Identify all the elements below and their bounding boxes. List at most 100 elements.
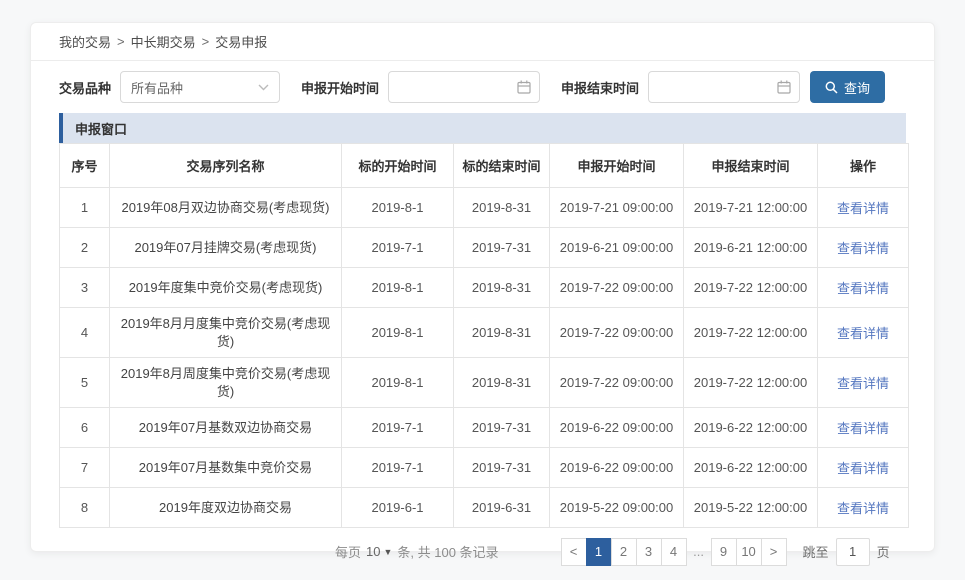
- caret-down-icon: ▼: [383, 547, 392, 557]
- breadcrumb-separator: >: [202, 34, 210, 49]
- table-footer: 每页 10 ▼ 条, 共 100 条记录 <1234...910> 跳至 页: [59, 528, 906, 575]
- target-end-cell: 2019-8-31: [454, 188, 550, 228]
- breadcrumb-item-trade-declaration: 交易申报: [215, 32, 267, 51]
- row-index-cell: 4: [60, 308, 110, 358]
- view-details-link[interactable]: 查看详情: [837, 281, 889, 296]
- filter-bar: 交易品种 所有品种 申报开始时间 申报结束时间 查询: [31, 61, 934, 113]
- target-end-cell: 2019-8-31: [454, 358, 550, 408]
- sequence-name-cell: 2019年8月月度集中竞价交易(考虑现货): [110, 308, 342, 358]
- view-details-link[interactable]: 查看详情: [837, 501, 889, 516]
- sequence-name-cell: 2019年07月基数双边协商交易: [110, 408, 342, 448]
- calendar-icon[interactable]: [517, 80, 531, 94]
- product-type-select[interactable]: 所有品种: [120, 71, 280, 103]
- target-start-cell: 2019-7-1: [342, 408, 454, 448]
- row-index-cell: 2: [60, 228, 110, 268]
- sequence-name-cell: 2019年07月挂牌交易(考虑现货): [110, 228, 342, 268]
- pagination: <1234...910>: [561, 538, 787, 566]
- page-button-2[interactable]: 2: [611, 538, 637, 566]
- query-button[interactable]: 查询: [810, 71, 885, 103]
- jump-page-input[interactable]: [836, 538, 870, 566]
- operation-cell: 查看详情: [818, 448, 909, 488]
- declare-start-time-field: [388, 71, 540, 103]
- page-button-4[interactable]: 4: [661, 538, 687, 566]
- prev-page-button[interactable]: <: [561, 538, 587, 566]
- view-details-link[interactable]: 查看详情: [837, 461, 889, 476]
- record-count-text: 条, 共 100 条记录: [397, 542, 498, 561]
- target-end-cell: 2019-8-31: [454, 268, 550, 308]
- next-page-button[interactable]: >: [761, 538, 787, 566]
- row-index-cell: 5: [60, 358, 110, 408]
- target-end-cell: 2019-7-31: [454, 408, 550, 448]
- declare-end-cell: 2019-6-21 12:00:00: [684, 228, 818, 268]
- view-details-link[interactable]: 查看详情: [837, 421, 889, 436]
- target-start-cell: 2019-7-1: [342, 448, 454, 488]
- target-end-cell: 2019-6-31: [454, 488, 550, 528]
- header-operation: 操作: [818, 144, 909, 188]
- table-header-row: 序号 交易序列名称 标的开始时间 标的结束时间 申报开始时间 申报结束时间 操作: [60, 144, 909, 188]
- operation-cell: 查看详情: [818, 488, 909, 528]
- product-type-selected-value: 所有品种: [131, 78, 183, 97]
- search-icon: [825, 81, 838, 94]
- page-button-1[interactable]: 1: [586, 538, 612, 566]
- table-row: 3 2019年度集中竞价交易(考虑现货) 2019-8-1 2019-8-31 …: [60, 268, 909, 308]
- target-start-cell: 2019-7-1: [342, 228, 454, 268]
- breadcrumb-item-my-trades[interactable]: 我的交易: [59, 32, 111, 51]
- header-declare-end: 申报结束时间: [684, 144, 818, 188]
- query-button-label: 查询: [844, 78, 870, 97]
- target-start-cell: 2019-8-1: [342, 308, 454, 358]
- declare-end-time-field: [648, 71, 800, 103]
- declare-start-time-label: 申报开始时间: [301, 78, 379, 97]
- page-button-9[interactable]: 9: [711, 538, 737, 566]
- operation-cell: 查看详情: [818, 408, 909, 448]
- view-details-link[interactable]: 查看详情: [837, 201, 889, 216]
- jump-label: 跳至: [803, 542, 829, 561]
- declare-start-cell: 2019-7-22 09:00:00: [550, 358, 684, 408]
- table-row: 2 2019年07月挂牌交易(考虑现货) 2019-7-1 2019-7-31 …: [60, 228, 909, 268]
- chevron-down-icon: [258, 84, 269, 91]
- operation-cell: 查看详情: [818, 358, 909, 408]
- product-type-label: 交易品种: [59, 78, 111, 97]
- view-details-link[interactable]: 查看详情: [837, 376, 889, 391]
- table-body: 1 2019年08月双边协商交易(考虑现货) 2019-8-1 2019-8-3…: [60, 188, 909, 528]
- page-button-10[interactable]: 10: [736, 538, 762, 566]
- target-end-cell: 2019-8-31: [454, 308, 550, 358]
- sequence-name-cell: 2019年度双边协商交易: [110, 488, 342, 528]
- per-page-select[interactable]: 10 ▼: [366, 544, 392, 559]
- row-index-cell: 6: [60, 408, 110, 448]
- sequence-name-cell: 2019年8月周度集中竞价交易(考虑现货): [110, 358, 342, 408]
- declare-start-cell: 2019-6-22 09:00:00: [550, 408, 684, 448]
- row-index-cell: 1: [60, 188, 110, 228]
- declare-window-section-header: 申报窗口: [59, 113, 906, 143]
- declare-start-cell: 2019-7-22 09:00:00: [550, 268, 684, 308]
- declare-end-cell: 2019-5-22 12:00:00: [684, 488, 818, 528]
- declare-start-time-input[interactable]: [397, 80, 511, 95]
- declare-start-cell: 2019-6-22 09:00:00: [550, 448, 684, 488]
- row-index-cell: 3: [60, 268, 110, 308]
- declare-end-cell: 2019-6-22 12:00:00: [684, 448, 818, 488]
- per-page-control: 每页 10 ▼ 条, 共 100 条记录: [335, 542, 499, 561]
- table-row: 7 2019年07月基数集中竞价交易 2019-7-1 2019-7-31 20…: [60, 448, 909, 488]
- breadcrumb-item-mid-long-term[interactable]: 中长期交易: [131, 32, 196, 51]
- per-page-value: 10: [366, 544, 380, 559]
- target-start-cell: 2019-8-1: [342, 358, 454, 408]
- target-start-cell: 2019-8-1: [342, 188, 454, 228]
- header-index: 序号: [60, 144, 110, 188]
- view-details-link[interactable]: 查看详情: [837, 241, 889, 256]
- declare-start-cell: 2019-7-21 09:00:00: [550, 188, 684, 228]
- section-title: 申报窗口: [75, 119, 127, 138]
- declare-end-time-input[interactable]: [657, 80, 771, 95]
- breadcrumb-separator: >: [117, 34, 125, 49]
- operation-cell: 查看详情: [818, 188, 909, 228]
- sequence-name-cell: 2019年度集中竞价交易(考虑现货): [110, 268, 342, 308]
- calendar-icon[interactable]: [777, 80, 791, 94]
- table-row: 4 2019年8月月度集中竞价交易(考虑现货) 2019-8-1 2019-8-…: [60, 308, 909, 358]
- declare-end-cell: 2019-7-21 12:00:00: [684, 188, 818, 228]
- declare-start-cell: 2019-7-22 09:00:00: [550, 308, 684, 358]
- page-button-3[interactable]: 3: [636, 538, 662, 566]
- target-start-cell: 2019-6-1: [342, 488, 454, 528]
- table-row: 6 2019年07月基数双边协商交易 2019-7-1 2019-7-31 20…: [60, 408, 909, 448]
- operation-cell: 查看详情: [818, 308, 909, 358]
- sequence-name-cell: 2019年07月基数集中竞价交易: [110, 448, 342, 488]
- content-panel: 我的交易 > 中长期交易 > 交易申报 交易品种 所有品种 申报开始时间 申报结…: [30, 22, 935, 552]
- view-details-link[interactable]: 查看详情: [837, 326, 889, 341]
